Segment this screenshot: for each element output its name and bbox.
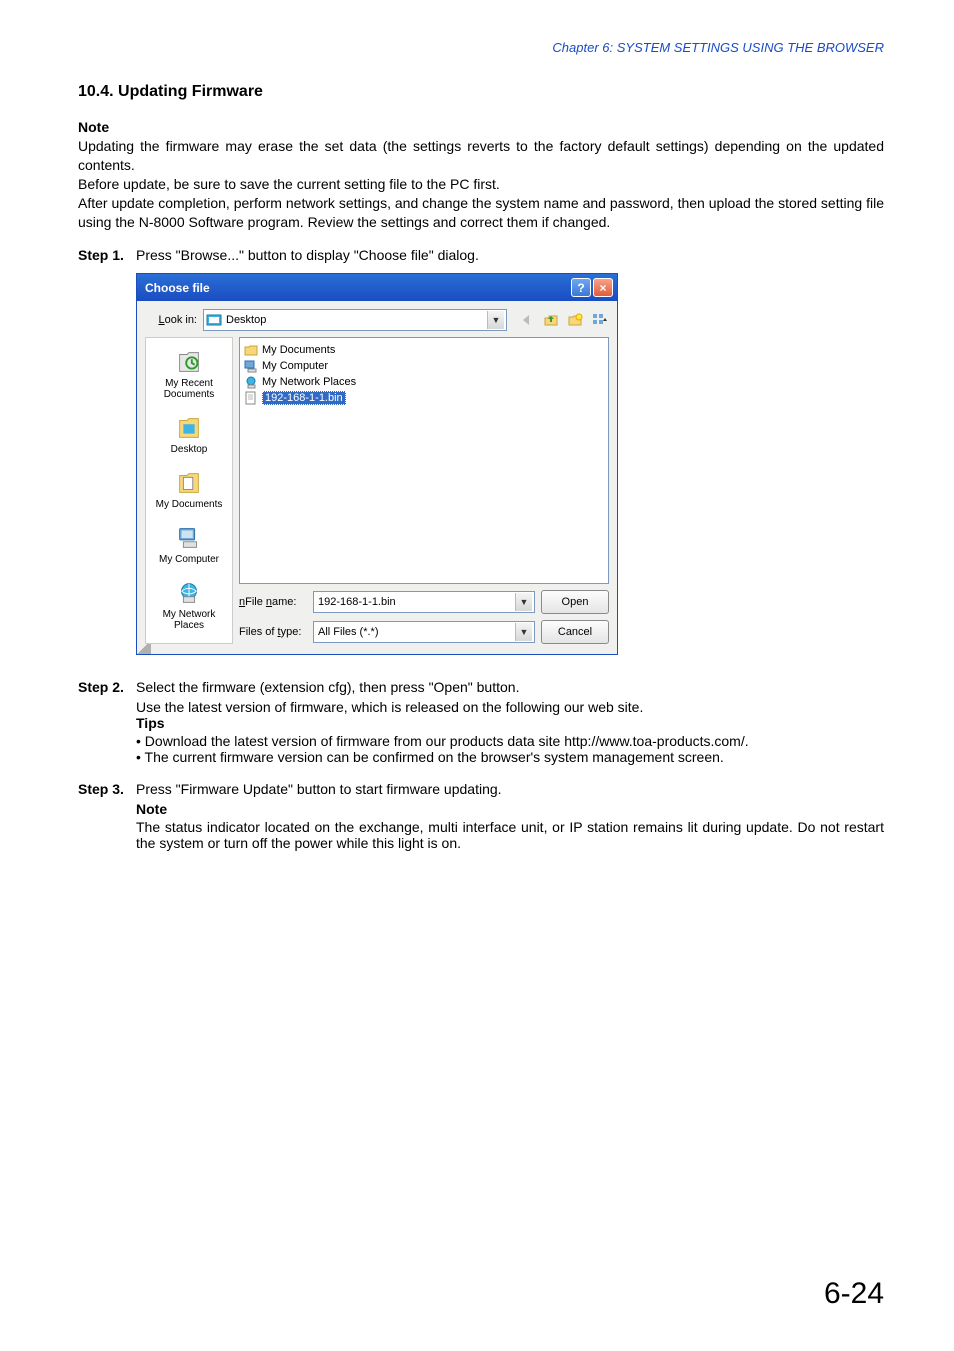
network-icon: [244, 375, 258, 389]
tips-heading: Tips: [136, 715, 884, 731]
list-item[interactable]: My Network Places: [244, 374, 604, 390]
views-button[interactable]: [589, 310, 609, 330]
step2-label: Step 2.: [78, 679, 136, 695]
file-list[interactable]: My Documents My Computer My Network Plac…: [239, 337, 609, 584]
mynet-place-icon: [173, 577, 205, 609]
filetype-value: All Files (*.*): [318, 626, 379, 638]
places-desktop-label: Desktop: [171, 444, 208, 455]
chevron-down-icon[interactable]: ▼: [487, 311, 504, 329]
cancel-button[interactable]: Cancel: [541, 620, 609, 644]
filetype-label: Files of type:: [239, 626, 307, 638]
step1-text: Press "Browse..." button to display "Cho…: [136, 247, 884, 263]
page-number: 6-24: [824, 1277, 884, 1311]
note-heading: Note: [78, 119, 884, 135]
filename-input[interactable]: 192-168-1-1.bin ▼: [313, 591, 535, 613]
places-desktop[interactable]: Desktop: [146, 410, 232, 461]
tip-2: • The current firmware version can be co…: [136, 749, 884, 765]
filetype-combo[interactable]: All Files (*.*) ▼: [313, 621, 535, 643]
open-button[interactable]: Open: [541, 590, 609, 614]
dialog-close-button[interactable]: ×: [593, 278, 613, 297]
list-item-label: My Computer: [262, 360, 328, 372]
places-recent[interactable]: My Recent Documents: [146, 344, 232, 406]
step1-label: Step 1.: [78, 247, 136, 263]
chevron-down-icon[interactable]: ▼: [515, 623, 532, 641]
list-item-label: My Network Places: [262, 376, 356, 388]
filename-value: 192-168-1-1.bin: [318, 596, 396, 608]
up-one-level-button[interactable]: [541, 310, 561, 330]
dialog-titlebar[interactable]: Choose file ? ×: [137, 274, 617, 301]
places-mydocs-label: My Documents: [156, 499, 223, 510]
lookin-label: Look in:: [145, 314, 197, 326]
chapter-header: Chapter 6: SYSTEM SETTINGS USING THE BRO…: [78, 40, 884, 55]
mycomp-place-icon: [173, 522, 205, 554]
places-bar: My Recent Documents Desktop: [145, 337, 233, 644]
places-mydocs[interactable]: My Documents: [146, 465, 232, 516]
places-recent-label: My Recent Documents: [148, 378, 230, 400]
section-title: 10.4. Updating Firmware: [78, 83, 884, 101]
choose-file-dialog: Choose file ? × Look in: Desktop ▼: [136, 273, 618, 655]
places-mynet-label: My Network Places: [148, 609, 230, 631]
step3-note-text: The status indicator located on the exch…: [136, 819, 884, 851]
back-button[interactable]: [517, 310, 537, 330]
tip-1: • Download the latest version of firmwar…: [136, 733, 884, 749]
list-item-label: 192-168-1-1.bin: [262, 391, 346, 405]
list-item[interactable]: My Documents: [244, 342, 604, 358]
step3-label: Step 3.: [78, 781, 136, 797]
places-mynet[interactable]: My Network Places: [146, 575, 232, 637]
new-folder-button[interactable]: [565, 310, 585, 330]
mydocs-place-icon: [173, 467, 205, 499]
step3-note-heading: Note: [136, 801, 884, 817]
file-icon: [244, 391, 258, 405]
list-item-label: My Documents: [262, 344, 335, 356]
desktop-icon: [206, 312, 222, 328]
list-item[interactable]: My Computer: [244, 358, 604, 374]
computer-icon: [244, 359, 258, 373]
list-item-selected[interactable]: 192-168-1-1.bin: [244, 390, 604, 406]
places-mycomp-label: My Computer: [159, 554, 219, 565]
lookin-combo[interactable]: Desktop ▼: [203, 309, 507, 331]
note-text: Updating the firmware may erase the set …: [78, 137, 884, 231]
chevron-down-icon[interactable]: ▼: [515, 593, 532, 611]
step2-subtext: Use the latest version of firmware, whic…: [136, 699, 884, 715]
places-mycomp[interactable]: My Computer: [146, 520, 232, 571]
filename-label: nFile name:File name:: [239, 596, 307, 608]
desktop-place-icon: [173, 412, 205, 444]
step2-text: Select the firmware (extension cfg), the…: [136, 679, 884, 695]
step3-text: Press "Firmware Update" button to start …: [136, 781, 884, 797]
recent-documents-icon: [173, 346, 205, 378]
folder-icon: [244, 343, 258, 357]
lookin-value: Desktop: [226, 314, 483, 326]
dialog-title: Choose file: [145, 281, 210, 295]
dialog-help-button[interactable]: ?: [571, 278, 591, 297]
